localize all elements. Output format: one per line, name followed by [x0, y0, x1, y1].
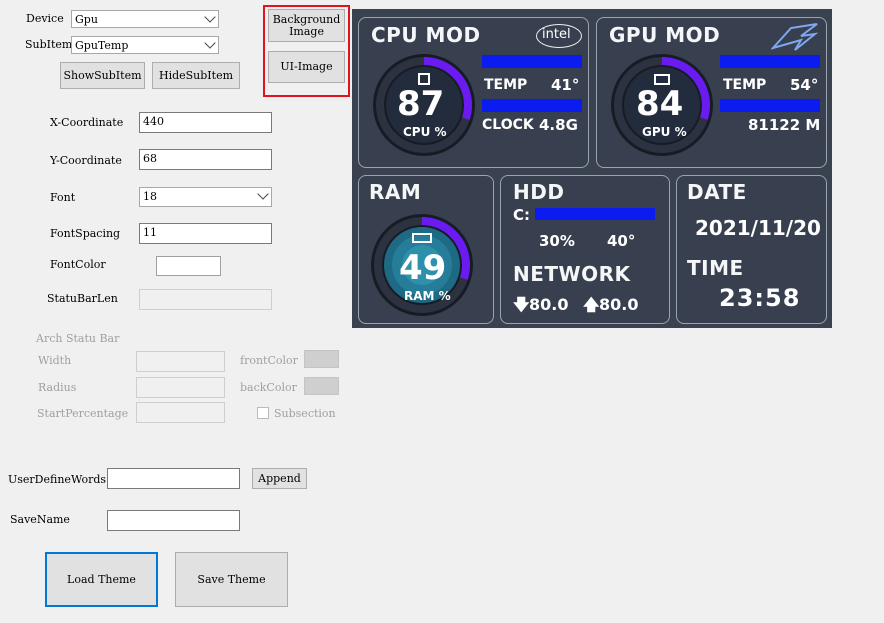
font-spacing-input[interactable]: 11 — [139, 223, 272, 244]
start-percentage-input[interactable] — [136, 402, 225, 423]
front-color-swatch[interactable] — [304, 350, 339, 368]
subsection-label: Subsection — [274, 407, 336, 420]
radius-input[interactable] — [136, 377, 225, 398]
hdd-usage-value: 30% — [539, 232, 575, 250]
gpu-temp-value: 54° — [790, 76, 819, 94]
device-select[interactable]: Gpu — [71, 10, 219, 28]
gpu-memory-value: 81122 M — [748, 116, 821, 134]
subsection-checkbox[interactable] — [257, 407, 269, 419]
hdd-title: HDD — [513, 180, 565, 204]
save-name-label: SaveName — [10, 513, 70, 526]
y-coordinate-label: Y-Coordinate — [50, 154, 122, 167]
user-define-words-label: UserDefineWords — [8, 473, 107, 486]
ram-percent-value: 49 — [399, 248, 447, 288]
statubar-len-label: StatuBarLen — [47, 292, 118, 305]
hdd-drive-label: C: — [513, 206, 531, 224]
y-coordinate-input[interactable]: 68 — [139, 149, 272, 170]
device-label: Device — [26, 12, 64, 25]
date-value: 2021/11/20 — [695, 216, 821, 240]
hide-subitem-button[interactable]: HideSubItem — [152, 62, 240, 89]
cpu-temp-value: 41° — [551, 76, 580, 94]
width-input[interactable] — [136, 351, 225, 372]
chevron-down-icon — [204, 37, 216, 49]
background-image-button[interactable]: Background Image — [268, 9, 345, 42]
cpu-temp-label: TEMP — [484, 77, 528, 93]
time-value: 23:58 — [719, 284, 801, 312]
gpu-temp-label: TEMP — [723, 77, 767, 93]
cpu-percent-unit: CPU % — [403, 125, 447, 139]
cpu-card-title: CPU MOD — [371, 23, 481, 47]
theme-preview: CPU MOD intel 87 CPU % TEMP 41° CLOCK 4.… — [352, 9, 832, 328]
append-button[interactable]: Append — [252, 468, 307, 489]
cpu-percent-value: 87 — [397, 84, 445, 124]
gpu-card-title: GPU MOD — [609, 23, 721, 47]
hdd-temp-value: 40° — [607, 232, 636, 250]
cpu-temp-bar — [482, 55, 582, 68]
ram-card-title: RAM — [369, 180, 422, 204]
date-time-card: DATE 2021/11/20 TIME 23:58 — [676, 175, 827, 324]
arch-statu-bar-title: Arch Statu Bar — [36, 332, 120, 345]
ram-card: RAM 49 RAM % — [358, 175, 494, 324]
x-coordinate-input[interactable]: 440 — [139, 112, 272, 133]
radius-label: Radius — [38, 381, 77, 394]
hdd-network-card: HDD C: 30% 40° NETWORK 🡇 80.0 🡅 80.0 — [500, 175, 670, 324]
x-coordinate-label: X-Coordinate — [50, 116, 124, 129]
cpu-clock-value: 4.8G — [539, 116, 578, 134]
front-color-label: frontColor — [240, 354, 298, 367]
time-title: TIME — [687, 256, 744, 280]
font-spacing-label: FontSpacing — [50, 227, 121, 240]
font-select-value: 18 — [143, 190, 157, 203]
font-label: Font — [50, 191, 76, 204]
chevron-down-icon — [204, 11, 216, 23]
font-color-label: FontColor — [50, 258, 106, 271]
device-select-value: Gpu — [75, 13, 98, 26]
cpu-clock-label: CLOCK — [482, 117, 534, 133]
network-up-value: 80.0 — [599, 295, 639, 314]
subitem-select[interactable]: GpuTemp — [71, 36, 219, 54]
ram-percent-unit: RAM % — [404, 289, 451, 303]
subitem-label: SubItem — [25, 38, 73, 51]
back-color-swatch[interactable] — [304, 377, 339, 395]
width-label: Width — [38, 354, 72, 367]
arrow-down-icon: 🡇 — [513, 295, 530, 314]
back-color-label: backColor — [240, 381, 297, 394]
ui-image-button[interactable]: UI-Image — [268, 51, 345, 83]
gpu-card: GPU MOD 84 GPU % TEMP 54° 81122 M — [596, 17, 827, 168]
show-subitem-button[interactable]: ShowSubItem — [60, 62, 145, 89]
font-color-swatch[interactable] — [156, 256, 221, 276]
hdd-usage-bar — [535, 208, 655, 220]
gpu-percent-value: 84 — [636, 84, 684, 124]
save-theme-button[interactable]: Save Theme — [175, 552, 288, 607]
rog-logo-icon — [771, 23, 819, 51]
user-define-words-input[interactable] — [107, 468, 240, 489]
cpu-card: CPU MOD intel 87 CPU % TEMP 41° CLOCK 4.… — [358, 17, 589, 168]
intel-logo-icon: intel — [536, 24, 582, 48]
arrow-up-icon: 🡅 — [583, 295, 600, 314]
chevron-down-icon — [257, 188, 269, 200]
save-name-input[interactable] — [107, 510, 240, 531]
date-title: DATE — [687, 180, 747, 204]
font-select[interactable]: 18 — [139, 187, 272, 207]
load-theme-button[interactable]: Load Theme — [45, 552, 158, 607]
gpu-memory-bar — [720, 99, 820, 112]
gpu-temp-bar — [720, 55, 820, 68]
intel-logo-text: intel — [542, 27, 571, 42]
cpu-clock-bar — [482, 99, 582, 112]
subitem-select-value: GpuTemp — [75, 39, 129, 52]
gpu-percent-unit: GPU % — [642, 125, 687, 139]
statubar-len-input[interactable] — [139, 289, 272, 310]
network-down-value: 80.0 — [529, 295, 569, 314]
start-percentage-label: StartPercentage — [37, 407, 129, 420]
network-title: NETWORK — [513, 262, 631, 286]
